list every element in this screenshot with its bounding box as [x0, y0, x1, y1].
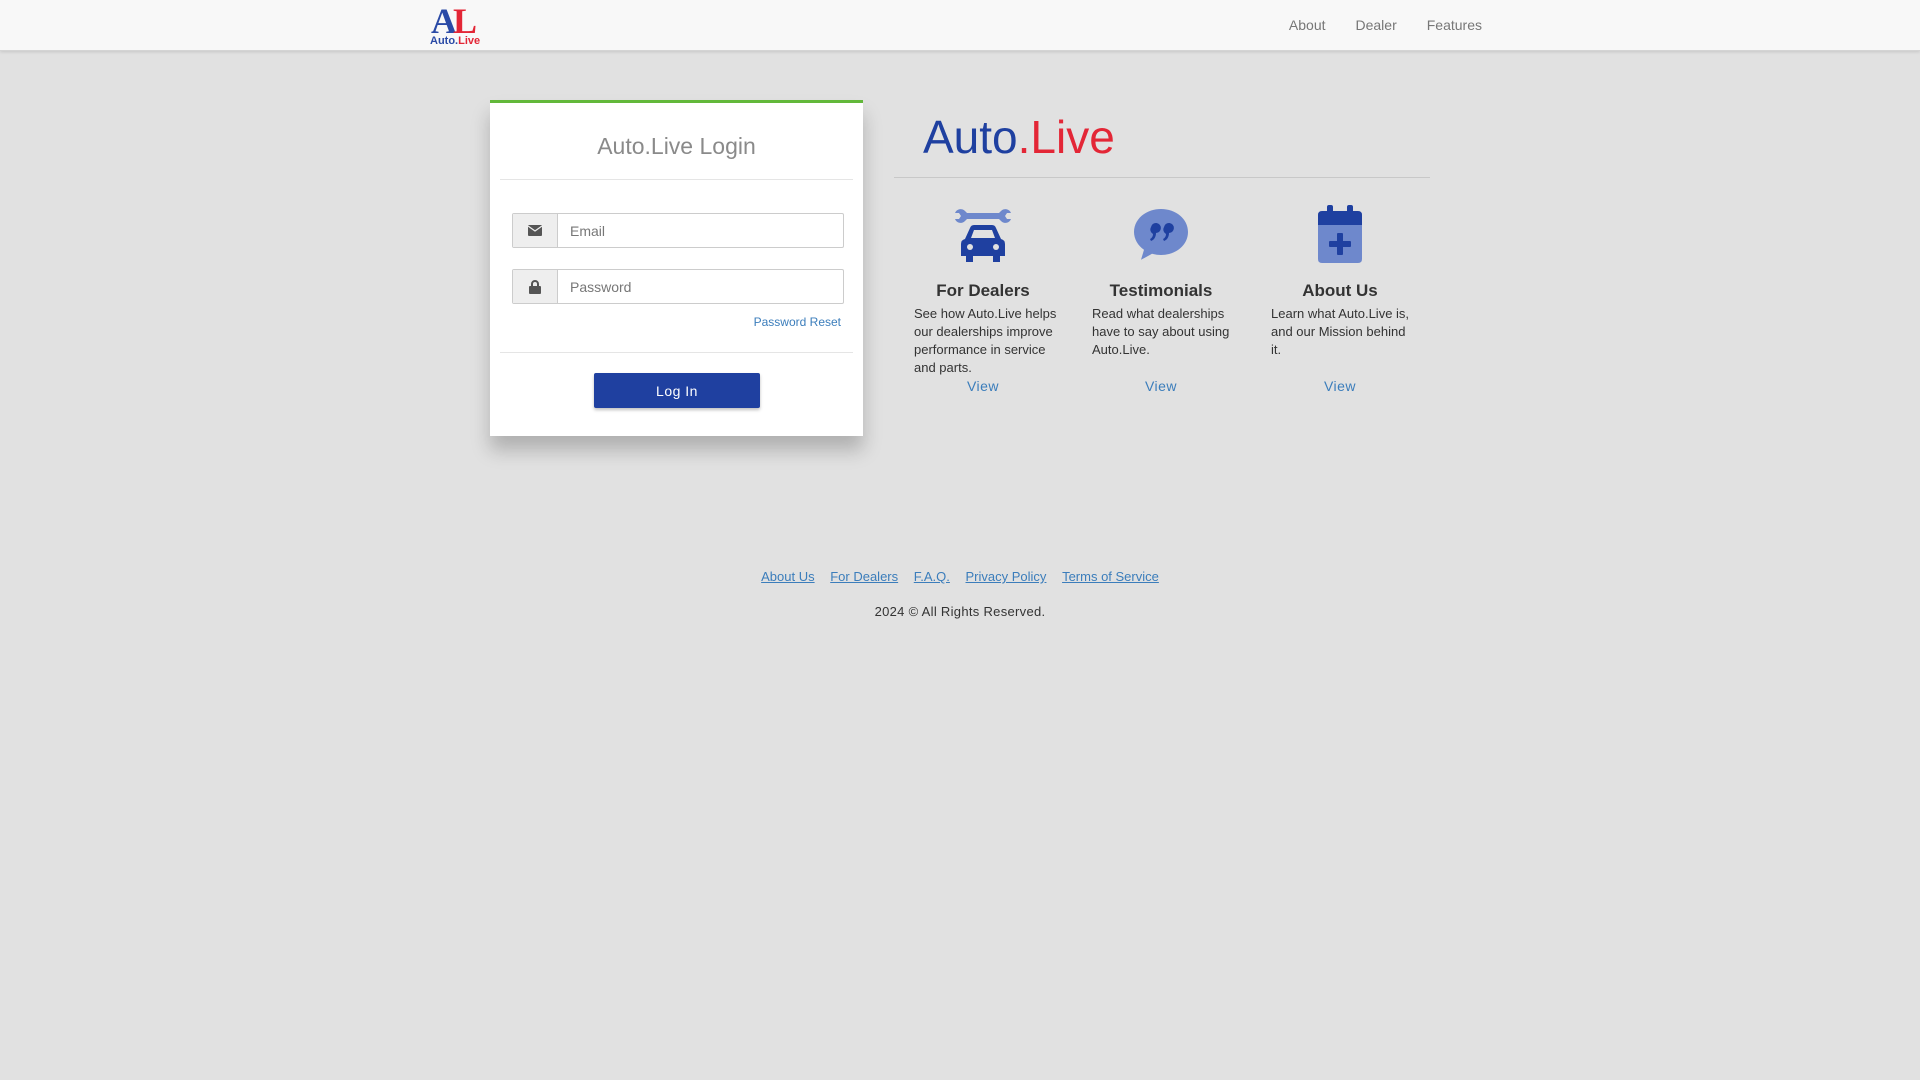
logo-wordmark: Auto.Live	[430, 35, 481, 47]
feature-about-us: About Us Learn what Auto.Live is, and ou…	[1265, 203, 1415, 394]
login-panel: Auto.Live Login Password Reset Log In	[490, 100, 863, 436]
login-title: Auto.Live Login	[597, 133, 756, 159]
feature-testimonials: Testimonials Read what dealerships have …	[1086, 203, 1236, 394]
footer-link-terms-of-service[interactable]: Terms of Service	[1062, 569, 1159, 584]
envelope-icon	[513, 214, 558, 247]
auto-live-logo[interactable]: AL Auto.Live	[429, 1, 485, 47]
feature-view-link[interactable]: View	[908, 378, 1058, 394]
password-reset-link[interactable]: Password Reset	[754, 315, 841, 329]
top-navbar: AL Auto.Live About Dealer Features	[0, 0, 1920, 51]
footer-link-privacy-policy[interactable]: Privacy Policy	[966, 569, 1047, 584]
feature-view-link[interactable]: View	[1265, 378, 1415, 394]
feature-for-dealers: For Dealers See how Auto.Live helps our …	[908, 203, 1058, 394]
password-input-group	[512, 269, 844, 304]
nav-link-dealer[interactable]: Dealer	[1356, 17, 1397, 33]
lock-icon	[513, 270, 558, 303]
email-input[interactable]	[558, 214, 843, 247]
email-input-group	[512, 213, 844, 248]
copyright-text: 2024 © All Rights Reserved.	[874, 604, 1046, 619]
feature-description: See how Auto.Live helps our dealerships …	[914, 306, 1057, 375]
feature-title: For Dealers	[936, 281, 1030, 300]
feature-title: About Us	[1302, 281, 1378, 300]
divider	[500, 179, 853, 180]
calendar-plus-icon	[1318, 205, 1362, 263]
login-button[interactable]: Log In	[594, 373, 760, 408]
footer-links: About Us For Dealers F.A.Q. Privacy Poli…	[0, 569, 1920, 584]
brand-heading: Auto.Live	[923, 111, 1115, 163]
nav-link-about[interactable]: About	[1289, 17, 1326, 33]
feature-title: Testimonials	[1109, 281, 1213, 300]
feature-description: Learn what Auto.Live is, and our Mission…	[1271, 306, 1410, 357]
nav-links: About Dealer Features	[1289, 0, 1482, 50]
divider	[894, 177, 1430, 178]
password-input[interactable]	[558, 270, 843, 303]
feature-view-link[interactable]: View	[1086, 378, 1236, 394]
nav-link-features[interactable]: Features	[1427, 17, 1482, 33]
footer-link-for-dealers[interactable]: For Dealers	[830, 569, 898, 584]
footer-link-faq[interactable]: F.A.Q.	[914, 569, 950, 584]
footer-link-about-us[interactable]: About Us	[761, 569, 814, 584]
divider	[500, 352, 853, 353]
feature-description: Read what dealerships have to say about …	[1092, 306, 1230, 357]
car-wrench-icon	[955, 209, 1011, 262]
quote-bubble-icon	[1134, 209, 1188, 260]
